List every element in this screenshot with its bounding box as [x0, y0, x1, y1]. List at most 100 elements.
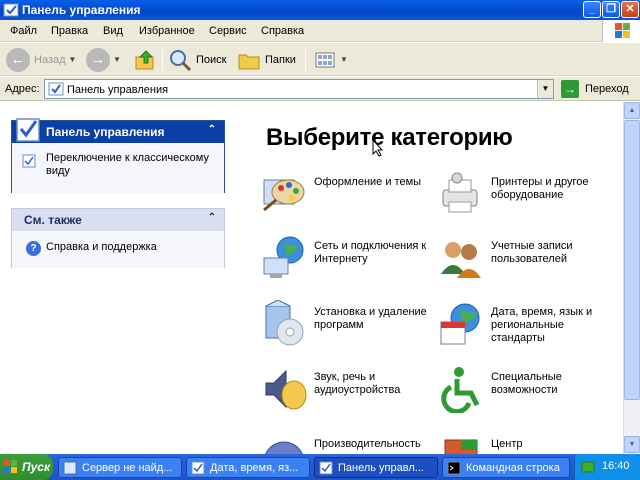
control-panel-section-header[interactable]: Панель управления ⌃	[12, 118, 224, 143]
taskbar-item-label: Сервер не найд...	[82, 461, 173, 474]
see-also-section: См. также ⌃ ? Справка и поддержка	[11, 208, 225, 268]
taskbar-item-label: Панель управл...	[338, 461, 424, 474]
views-icon	[315, 52, 335, 67]
address-field[interactable]: Панель управления ▼	[44, 79, 554, 99]
category-label: Производительность	[314, 438, 421, 450]
task-pane: Панель управления ⌃ Переключение к класс…	[0, 102, 240, 454]
vertical-scrollbar[interactable]: ▲ ▼	[623, 102, 640, 454]
menu-tools[interactable]: Сервис	[209, 25, 247, 37]
windows-flag-icon	[4, 460, 17, 473]
folders-label: Папки	[265, 53, 296, 66]
control-panel-icon	[191, 461, 205, 474]
go-arrow-icon: →	[561, 80, 579, 98]
taskbar-item-date-time[interactable]: Дата, время, яз...	[186, 457, 310, 478]
help-icon: ?	[26, 241, 41, 256]
taskbar-item-label: Командная строка	[466, 461, 560, 474]
add-remove-programs-icon	[265, 300, 304, 346]
category-view: Выберите категорию Оформление и темы При…	[240, 102, 623, 454]
user-accounts-icon	[441, 242, 481, 278]
menu-bar: Файл Правка Вид Избранное Сервис Справка	[0, 20, 640, 42]
toolbar-separator	[162, 49, 163, 71]
start-label: Пуск	[22, 460, 51, 474]
search-icon	[170, 49, 192, 71]
folders-button[interactable]: Папки	[237, 46, 296, 73]
scroll-down-button[interactable]: ▼	[624, 436, 640, 453]
collapse-icon[interactable]: ⌃	[208, 212, 216, 223]
taskbar-item-command-prompt[interactable]: Командная строка	[442, 457, 570, 478]
system-tray: 16:40	[574, 454, 640, 480]
menu-help[interactable]: Справка	[261, 25, 304, 37]
forward-button[interactable]: → ▼	[86, 46, 121, 73]
address-label: Адрес:	[5, 83, 40, 95]
date-time-region-icon	[440, 303, 480, 345]
control-panel-icon	[16, 118, 40, 142]
control-panel-icon	[48, 82, 64, 96]
category-label: Специальные возможности	[491, 371, 562, 396]
minimize-button[interactable]: _	[583, 1, 601, 18]
title-bar[interactable]: Панель управления _ ❐ ✕	[0, 0, 640, 20]
taskbar: Пуск Сервер не найд... Дата, время, яз..…	[0, 454, 640, 480]
control-panel-icon	[3, 3, 19, 17]
category-label: Учетные записи пользователей	[491, 240, 573, 265]
chevron-down-icon[interactable]: ▼	[537, 80, 553, 98]
chevron-down-icon[interactable]: ▼	[340, 55, 348, 64]
window-title: Панель управления	[22, 3, 141, 17]
address-value: Панель управления	[67, 84, 169, 96]
appearance-themes-icon	[263, 179, 305, 212]
back-label: Назад	[34, 53, 66, 66]
toolbar: ← Назад ▼ → ▼ Поиск Папки ▼	[0, 43, 640, 76]
control-panel-section-title: Панель управления	[46, 125, 165, 139]
switch-to-classic-view-link[interactable]: Переключение к классическому виду	[46, 152, 216, 178]
chevron-down-icon[interactable]: ▼	[69, 55, 77, 64]
security-center-icon	[444, 439, 478, 454]
search-button[interactable]: Поиск	[168, 46, 226, 73]
category-label: Установка и удаление программ	[314, 306, 427, 331]
maximize-button[interactable]: ❐	[602, 1, 620, 18]
back-button[interactable]: ← Назад ▼	[6, 46, 76, 73]
menu-file[interactable]: Файл	[10, 25, 37, 37]
printers-hardware-icon	[442, 172, 478, 213]
browser-icon	[63, 461, 77, 474]
views-button[interactable]: ▼	[313, 46, 348, 73]
go-button[interactable]: → Переход	[561, 80, 629, 98]
category-label: Оформление и темы	[314, 176, 422, 188]
category-label: Звук, речь и аудиоустройства	[314, 371, 401, 396]
mouse-cursor-icon	[372, 139, 384, 157]
performance-icon	[265, 441, 303, 454]
up-button[interactable]	[133, 46, 157, 73]
category-label: Центр	[491, 438, 523, 450]
help-and-support-link[interactable]: Справка и поддержка	[46, 241, 157, 253]
see-also-section-header[interactable]: См. также ⌃	[12, 209, 224, 231]
clock[interactable]: 16:40	[602, 460, 630, 472]
menu-view[interactable]: Вид	[103, 25, 123, 37]
page-title: Выберите категорию	[266, 124, 513, 151]
address-bar: Адрес: Панель управления ▼ → Переход	[0, 77, 640, 101]
taskbar-item-browser[interactable]: Сервер не найд...	[58, 457, 182, 478]
scroll-thumb[interactable]	[624, 120, 640, 400]
taskbar-item-label: Дата, время, яз...	[210, 461, 299, 474]
category-label: Принтеры и другое оборудование	[491, 176, 589, 201]
chevron-down-icon[interactable]: ▼	[113, 55, 121, 64]
network-internet-icon	[263, 236, 304, 278]
menu-favorites[interactable]: Избранное	[139, 25, 195, 37]
taskbar-item-control-panel[interactable]: Панель управл...	[314, 457, 438, 478]
folder-up-icon	[135, 49, 154, 69]
command-prompt-icon	[447, 461, 461, 474]
scroll-up-button[interactable]: ▲	[624, 102, 640, 119]
search-label: Поиск	[196, 53, 227, 66]
start-button[interactable]: Пуск	[0, 454, 53, 480]
windows-logo-icon	[602, 20, 640, 42]
close-button[interactable]: ✕	[621, 1, 639, 18]
accessibility-icon	[441, 367, 480, 413]
toolbar-separator	[305, 49, 306, 71]
folders-icon	[238, 54, 260, 69]
see-also-title: См. также	[24, 213, 82, 227]
go-label: Переход	[585, 83, 629, 95]
forward-arrow-icon: →	[86, 47, 110, 72]
category-label: Сеть и подключения к Интернету	[314, 240, 427, 265]
control-panel-icon	[319, 461, 333, 474]
collapse-icon[interactable]: ⌃	[208, 124, 216, 135]
sound-speech-icon	[265, 369, 307, 410]
tray-icon[interactable]	[581, 460, 595, 474]
menu-edit[interactable]: Правка	[51, 25, 88, 37]
